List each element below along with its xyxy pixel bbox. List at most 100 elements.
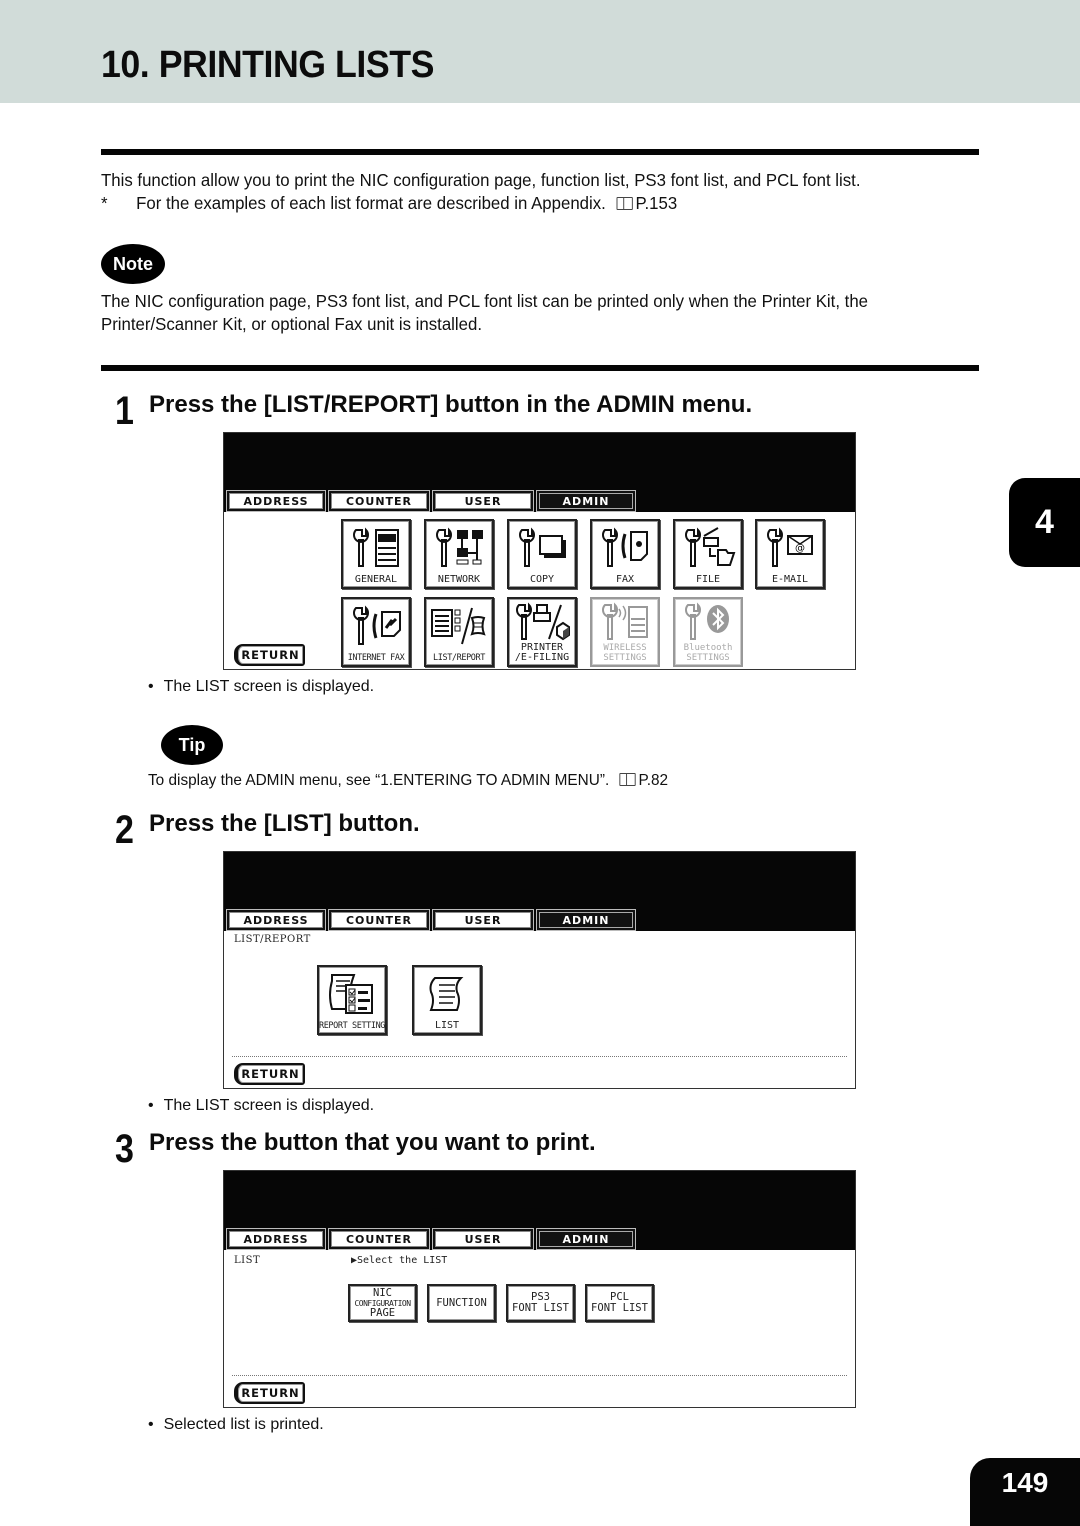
wrench-bluetooth-icon <box>675 599 741 643</box>
wrench-printer-efiling-icon <box>509 599 575 643</box>
button-label-line2: FONT LIST <box>512 1302 569 1314</box>
nic-configuration-page-button[interactable]: NIC CONFIGURATION PAGE <box>348 1284 417 1322</box>
return-button[interactable]: RETURN <box>234 1063 305 1085</box>
step-result: Selected list is printed. <box>148 1416 324 1434</box>
printer-efiling-button[interactable]: PRINTER /E-FILING <box>507 597 577 667</box>
screen-prompt: ▶Select the LIST <box>351 1255 448 1266</box>
list-button[interactable]: LIST <box>412 965 482 1035</box>
note-text-line2: Printer/Scanner Kit, or optional Fax uni… <box>101 314 482 334</box>
list-report-button[interactable]: LIST/REPORT <box>424 597 494 667</box>
wrench-internet-fax-icon <box>343 599 409 653</box>
button-label-line1: NIC <box>373 1286 392 1299</box>
svg-text:@: @ <box>795 543 805 554</box>
network-button[interactable]: NETWORK <box>424 519 494 589</box>
screen-divider <box>232 1056 847 1057</box>
report-setting-button[interactable]: REPORT SETTING <box>317 965 387 1035</box>
admin-menu-screen: ADDRESS COUNTER USER ADMIN GENERAL NETWO… <box>223 432 856 670</box>
footnote-text: For the examples of each list format are… <box>136 193 606 213</box>
tip-badge: Tip <box>161 725 223 765</box>
button-label: PRINTER /E-FILING <box>514 642 570 663</box>
page-reference-link[interactable]: P.82 <box>638 772 668 789</box>
book-reference-icon <box>619 773 636 786</box>
section-divider <box>101 149 979 155</box>
return-button[interactable]: RETURN <box>234 1382 305 1404</box>
button-label: Bluetooth SETTINGS <box>683 643 733 663</box>
button-label: FAX <box>615 574 635 585</box>
button-label-line1: FUNCTION <box>436 1296 487 1309</box>
tab-user[interactable]: USER <box>432 490 534 512</box>
button-label: LIST/REPORT <box>433 653 485 663</box>
screen-divider <box>232 1375 847 1376</box>
button-label: COPY <box>529 574 555 585</box>
button-label-line3: PAGE <box>369 1306 396 1319</box>
tab-address[interactable]: ADDRESS <box>226 490 326 512</box>
return-button[interactable]: RETURN <box>234 644 305 666</box>
screen-breadcrumb: LIST <box>234 1255 261 1266</box>
book-reference-icon <box>616 197 633 210</box>
wrench-email-icon: @ <box>757 521 823 575</box>
copy-button[interactable]: COPY <box>507 519 577 589</box>
bluetooth-settings-button[interactable]: Bluetooth SETTINGS <box>673 597 743 667</box>
tab-admin[interactable]: ADMIN <box>536 490 636 512</box>
file-button[interactable]: FILE <box>673 519 743 589</box>
note-badge: Note <box>101 244 165 284</box>
tab-admin[interactable]: ADMIN <box>536 1228 636 1250</box>
step-result: The LIST screen is displayed. <box>148 678 374 696</box>
intro-text: This function allow you to print the NIC… <box>101 170 861 190</box>
button-label: NETWORK <box>437 574 481 585</box>
step-number: 1 <box>115 389 134 433</box>
tip-text: To display the ADMIN menu, see “1.ENTERI… <box>148 772 668 790</box>
tab-address[interactable]: ADDRESS <box>226 1228 326 1250</box>
wrench-wireless-icon <box>592 599 658 643</box>
tab-user[interactable]: USER <box>432 1228 534 1250</box>
tab-user[interactable]: USER <box>432 909 534 931</box>
internet-fax-button[interactable]: INTERNET FAX <box>341 597 411 667</box>
pcl-font-list-button[interactable]: PCL FONT LIST <box>585 1284 654 1322</box>
intro-footnote: * For the examples of each list format a… <box>101 193 677 214</box>
button-label: E-MAIL <box>771 574 809 585</box>
page-title: 10. PRINTING LISTS <box>101 44 434 86</box>
step-number: 3 <box>115 1127 134 1171</box>
button-label: LIST <box>434 1020 460 1031</box>
step-title: Press the [LIST] button. <box>149 810 420 837</box>
screen-breadcrumb: LIST/REPORT <box>234 934 311 945</box>
step-title: Press the button that you want to print. <box>149 1129 596 1156</box>
function-button[interactable]: FUNCTION <box>427 1284 496 1322</box>
button-label: INTERNET FAX <box>347 653 405 663</box>
list-screen: ADDRESS COUNTER USER ADMIN LIST ▶Select … <box>223 1170 856 1408</box>
button-label: REPORT SETTING <box>318 1021 386 1031</box>
tab-address[interactable]: ADDRESS <box>226 909 326 931</box>
screen-tabs: ADDRESS COUNTER USER ADMIN <box>226 909 636 931</box>
list-report-screen: ADDRESS COUNTER USER ADMIN LIST/REPORT R… <box>223 851 856 1089</box>
page-reference-link[interactable]: P.153 <box>635 193 677 213</box>
email-button[interactable]: @ E-MAIL <box>755 519 825 589</box>
list-icon <box>414 967 480 1021</box>
screen-tabs: ADDRESS COUNTER USER ADMIN <box>226 1228 636 1250</box>
tab-counter[interactable]: COUNTER <box>328 490 430 512</box>
footnote-marker: * <box>101 193 108 213</box>
tab-counter[interactable]: COUNTER <box>328 1228 430 1250</box>
page-number: 149 <box>970 1458 1080 1526</box>
wrench-fax-icon <box>592 521 658 575</box>
step-title: Press the [LIST/REPORT] button in the AD… <box>149 391 753 418</box>
tab-admin[interactable]: ADMIN <box>536 909 636 931</box>
screen-tabs: ADDRESS COUNTER USER ADMIN <box>226 490 636 512</box>
wrench-copy-icon <box>509 521 575 575</box>
wireless-settings-button[interactable]: WIRELESS SETTINGS <box>590 597 660 667</box>
section-divider <box>101 365 979 371</box>
chapter-tab[interactable]: 4 <box>1009 478 1080 567</box>
step-number: 2 <box>115 808 134 852</box>
button-label: FILE <box>695 574 721 585</box>
fax-button[interactable]: FAX <box>590 519 660 589</box>
list-report-icon <box>426 599 492 653</box>
general-button[interactable]: GENERAL <box>341 519 411 589</box>
button-label-line2: FONT LIST <box>591 1302 648 1314</box>
ps3-font-list-button[interactable]: PS3 FONT LIST <box>506 1284 575 1322</box>
report-setting-icon <box>319 967 385 1021</box>
tab-counter[interactable]: COUNTER <box>328 909 430 931</box>
note-text-line1: The NIC configuration page, PS3 font lis… <box>101 291 869 311</box>
wrench-copier-icon <box>343 521 409 575</box>
wrench-file-icon <box>675 521 741 575</box>
wrench-network-icon <box>426 521 492 575</box>
tip-text-body: To display the ADMIN menu, see “1.ENTERI… <box>148 772 610 789</box>
